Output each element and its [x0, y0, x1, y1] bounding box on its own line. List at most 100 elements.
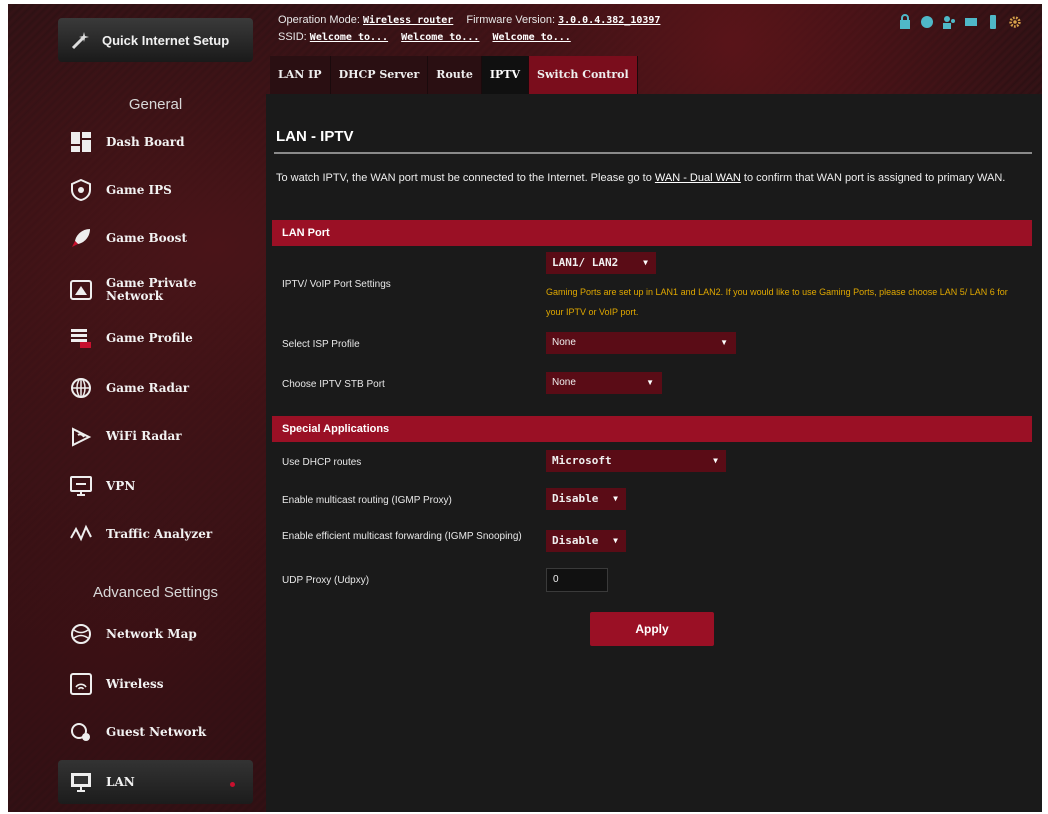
dashboard-icon: [68, 129, 94, 155]
sidebar-item-vpn[interactable]: VPN: [58, 464, 253, 508]
select-value: Disable: [552, 492, 599, 505]
tab-switch-control[interactable]: Switch Control: [529, 56, 638, 94]
select-value: LAN1/ LAN2: [552, 256, 619, 269]
title-divider: [274, 152, 1032, 154]
caret-down-icon: ▼: [713, 456, 718, 465]
select-value: Disable: [552, 534, 599, 547]
user-status-icon[interactable]: [942, 14, 956, 30]
tab-dhcp-server[interactable]: DHCP Server: [330, 56, 429, 94]
isp-profile-select[interactable]: None ▼: [546, 332, 736, 354]
op-mode-link[interactable]: Wireless router: [363, 15, 453, 26]
gear-icon[interactable]: [1008, 14, 1022, 30]
dhcp-routes-label: Use DHCP routes: [282, 457, 362, 468]
sidebar-item-label: VPN: [106, 478, 136, 493]
sidebar-item-label: Network Map: [106, 626, 197, 641]
firmware-label: Firmware Version:: [466, 14, 556, 26]
iptv-voip-label: IPTV/ VoIP Port Settings: [282, 279, 391, 290]
tab-route[interactable]: Route: [428, 56, 482, 94]
sidebar-item-lan[interactable]: LAN: [58, 760, 253, 804]
status-icons: [898, 14, 1022, 30]
sidebar-item-game-ips[interactable]: Game IPS: [58, 168, 253, 212]
sidebar-item-dash-board[interactable]: Dash Board: [58, 120, 253, 164]
igmp-snooping-label: Enable efficient multicast forwarding (I…: [282, 531, 522, 542]
wifi-radar-icon: [68, 423, 94, 449]
ssid-link-2[interactable]: Welcome to...: [401, 32, 479, 43]
sidebar-item-game-boost[interactable]: Game Boost: [58, 216, 253, 260]
sidebar-item-label: Guest Network: [106, 724, 207, 739]
monitor-icon: [68, 473, 94, 499]
sidebar-item-wifi-radar[interactable]: WiFi Radar: [58, 414, 253, 458]
special-applications-section-header: Special Applications: [272, 416, 1032, 442]
sidebar-item-guest-network[interactable]: Guest Network: [58, 710, 253, 754]
advanced-settings-heading: Advanced Settings: [92, 584, 219, 601]
sidebar-item-label: LAN: [106, 774, 135, 789]
tab-lan-ip[interactable]: LAN IP: [270, 56, 331, 94]
general-heading: General: [128, 96, 183, 113]
select-value: None: [552, 337, 576, 348]
ssid-label: SSID:: [278, 31, 307, 43]
sidebar-item-wireless[interactable]: Wireless: [58, 662, 253, 706]
sidebar-item-label: Wireless: [106, 676, 164, 691]
router-admin-window: Quick Internet Setup General Dash Board …: [8, 4, 1042, 812]
firmware-link[interactable]: 3.0.0.4.382_10397: [558, 15, 660, 26]
sidebar-item-traffic-analyzer[interactable]: Traffic Analyzer: [58, 512, 253, 556]
ssid-link-3[interactable]: Welcome to...: [492, 32, 570, 43]
op-mode-label: Operation Mode:: [278, 14, 360, 26]
caret-down-icon: ▼: [646, 378, 654, 387]
page-title: LAN - IPTV: [276, 128, 354, 145]
caret-down-icon: ▼: [613, 494, 618, 503]
private-network-icon: [68, 277, 94, 303]
sidebar-item-game-private-network[interactable]: Game Private Network: [58, 268, 253, 312]
igmp-proxy-label: Enable multicast routing (IGMP Proxy): [282, 495, 452, 506]
internet-status-icon[interactable]: [920, 14, 934, 30]
globe-icon: [68, 621, 94, 647]
isp-profile-label: Select ISP Profile: [282, 339, 360, 350]
sidebar-item-label: Traffic Analyzer: [106, 526, 213, 541]
wan-dual-wan-link[interactable]: WAN - Dual WAN: [655, 172, 741, 184]
iptv-voip-port-select[interactable]: LAN1/ LAN2 ▼: [546, 252, 656, 274]
lan-port-section-header: LAN Port: [272, 220, 1032, 246]
lock-icon[interactable]: [898, 14, 912, 30]
shield-icon: [68, 177, 94, 203]
desc-text-before: To watch IPTV, the WAN port must be conn…: [276, 172, 655, 184]
ssid-link-1[interactable]: Welcome to...: [310, 32, 388, 43]
caret-down-icon: ▼: [720, 338, 728, 347]
profile-list-icon: [68, 325, 94, 351]
wireless-icon: [68, 671, 94, 697]
apply-button[interactable]: Apply: [590, 612, 714, 646]
igmp-proxy-select[interactable]: Disable ▼: [546, 488, 626, 510]
sidebar-item-label: Game Private Network: [106, 276, 197, 303]
sidebar-item-label: WiFi Radar: [106, 428, 182, 443]
status-info: Operation Mode: Wireless router Firmware…: [278, 12, 670, 46]
tab-bar: LAN IP DHCP Server Route IPTV Switch Con…: [270, 56, 638, 94]
sidebar-item-label: Dash Board: [106, 134, 185, 149]
sidebar-item-label: Game Boost: [106, 230, 187, 245]
dhcp-routes-select[interactable]: Microsoft ▼: [546, 450, 726, 472]
sidebar-item-network-map[interactable]: Network Map: [58, 612, 253, 656]
desc-text-after: to confirm that WAN port is assigned to …: [740, 172, 1006, 184]
udpxy-input[interactable]: 0: [546, 568, 608, 592]
network-status-icon[interactable]: [964, 14, 978, 30]
sidebar-item-label: Game Radar: [106, 380, 190, 395]
select-value: None: [552, 377, 576, 388]
stb-port-label: Choose IPTV STB Port: [282, 379, 385, 390]
sidebar-item-label: Game Profile: [106, 330, 193, 345]
quick-internet-setup-button[interactable]: Quick Internet Setup: [58, 18, 253, 62]
sidebar-item-game-profile[interactable]: Game Profile: [58, 316, 253, 360]
usb-status-icon[interactable]: [986, 14, 1000, 30]
page-description: To watch IPTV, the WAN port must be conn…: [276, 168, 1026, 188]
wand-icon: [70, 29, 92, 51]
radar-globe-icon: [68, 375, 94, 401]
udpxy-label: UDP Proxy (Udpxy): [282, 575, 370, 586]
quick-internet-setup-label: Quick Internet Setup: [102, 32, 230, 48]
gaming-ports-hint: Gaming Ports are set up in LAN1 and LAN2…: [546, 287, 1008, 317]
igmp-snooping-select[interactable]: Disable ▼: [546, 530, 626, 552]
iptv-stb-port-select[interactable]: None ▼: [546, 372, 662, 394]
active-indicator: [230, 782, 235, 787]
rocket-icon: [68, 225, 94, 251]
sidebar-item-game-radar[interactable]: Game Radar: [58, 366, 253, 410]
tab-iptv[interactable]: IPTV: [481, 56, 529, 94]
caret-down-icon: ▼: [643, 258, 648, 267]
select-value: Microsoft: [552, 454, 612, 467]
guest-network-icon: [68, 719, 94, 745]
